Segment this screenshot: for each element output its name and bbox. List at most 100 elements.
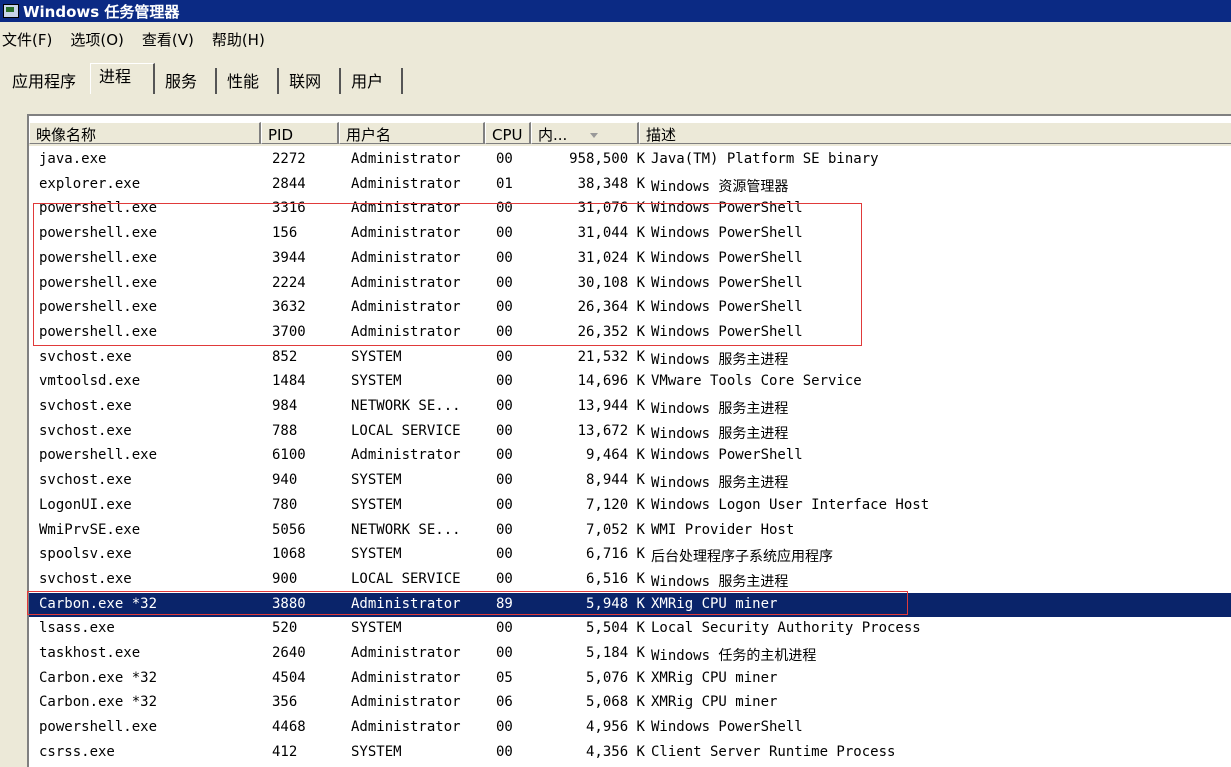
process-cpu: 00 — [496, 422, 513, 439]
tab-applications[interactable]: 应用程序 — [6, 68, 86, 94]
menu-options[interactable]: 选项(O) — [70, 29, 142, 50]
process-image-name: powershell.exe — [39, 299, 158, 316]
process-memory: 4,956 K — [585, 719, 645, 736]
process-description: 后台处理程序子系统应用程序 — [651, 549, 833, 566]
process-row[interactable]: powershell.exe 3632 Administrator 00 26,364 … — [29, 296, 1231, 320]
process-row[interactable]: powershell.exe 156 Administrator 00 31,044 K… — [29, 222, 1231, 246]
process-row[interactable]: powershell.exe 4468 Administrator 00 4,956 K… — [29, 716, 1231, 740]
process-description: Windows PowerShell — [651, 225, 803, 242]
process-user: SYSTEM — [351, 348, 402, 365]
process-user: NETWORK SE... — [351, 521, 461, 538]
tab-processes[interactable]: 进程 — [90, 63, 156, 94]
process-memory: 5,068 K — [585, 694, 645, 711]
process-description: Windows 服务主进程 — [651, 351, 789, 368]
process-memory: 5,504 K — [585, 620, 645, 637]
process-row[interactable]: powershell.exe 6100 Administrator 00 9,464 K… — [29, 444, 1231, 468]
process-row[interactable]: spoolsv.exe 1068 SYSTEM 00 6,716 K 后台处理程序子系统应… — [29, 543, 1231, 567]
tab-users[interactable]: 用户 — [345, 68, 404, 94]
process-row[interactable]: LogonUI.exe 780 SYSTEM 00 7,120 K Windows Log… — [29, 494, 1231, 518]
column-header-user[interactable]: 用户名 — [339, 122, 485, 144]
process-description: Windows PowerShell — [651, 299, 803, 316]
process-description: XMRig CPU miner — [651, 595, 778, 612]
process-image-name: powershell.exe — [39, 323, 158, 340]
process-user: Administrator — [351, 175, 461, 192]
process-user: SYSTEM — [351, 472, 402, 489]
process-cpu: 00 — [496, 249, 513, 266]
tab-performance[interactable]: 性能 — [221, 68, 280, 94]
process-row[interactable]: Carbon.exe *32 3880 Administrator 89 5,948 K… — [29, 592, 1231, 617]
process-row[interactable]: svchost.exe 984 NETWORK SE... 00 13,944 K Win… — [29, 395, 1231, 419]
process-image-name: svchost.exe — [39, 570, 132, 587]
column-header-image-name[interactable]: 映像名称 — [29, 122, 261, 144]
process-row[interactable]: WmiPrvSE.exe 5056 NETWORK SE... 00 7,052 K WM… — [29, 519, 1231, 543]
process-user: Administrator — [351, 323, 461, 340]
process-row[interactable]: svchost.exe 940 SYSTEM 00 8,944 K Windows 服务主… — [29, 469, 1231, 493]
process-pid: 520 — [272, 620, 298, 637]
process-description: Windows 资源管理器 — [651, 178, 789, 195]
column-header-memory[interactable]: 内... — [531, 122, 639, 144]
process-row[interactable]: svchost.exe 852 SYSTEM 00 21,532 K Windows 服务… — [29, 346, 1231, 370]
menu-view[interactable]: 查看(V) — [142, 29, 212, 50]
process-user: NETWORK SE... — [351, 398, 461, 414]
process-user: LOCAL SERVICE — [351, 570, 461, 587]
process-row[interactable]: csrss.exe 412 SYSTEM 00 4,356 K Client Server… — [29, 741, 1231, 765]
process-image-name: svchost.exe — [39, 398, 132, 414]
process-memory: 31,076 K — [577, 200, 645, 217]
process-pid: 2640 — [272, 645, 306, 661]
process-memory: 6,516 K — [585, 570, 645, 587]
process-row[interactable]: powershell.exe 3316 Administrator 00 31,076 … — [29, 197, 1231, 221]
menu-help[interactable]: 帮助(H) — [212, 29, 283, 50]
process-user: Administrator — [351, 694, 461, 711]
process-description: XMRig CPU miner — [651, 694, 778, 711]
process-row[interactable]: powershell.exe 3944 Administrator 00 31,024 … — [29, 247, 1231, 271]
process-memory: 14,696 K — [577, 373, 645, 390]
process-image-name: powershell.exe — [39, 719, 158, 736]
process-list[interactable]: 映像名称 PID 用户名 CPU 内... 描述 java.exe 2272 Adm… — [27, 114, 1231, 767]
process-cpu: 00 — [496, 274, 513, 291]
column-header-description[interactable]: 描述 — [639, 122, 1231, 144]
process-cpu: 00 — [496, 570, 513, 587]
process-pid: 356 — [272, 694, 298, 711]
process-description: Windows 任务的主机进程 — [651, 648, 817, 664]
process-description: Local Security Authority Process — [651, 620, 921, 637]
title-bar[interactable]: Windows 任务管理器 — [0, 0, 1231, 22]
process-pid: 4504 — [272, 669, 306, 686]
process-row[interactable]: Carbon.exe *32 356 Administrator 06 5,068 K X… — [29, 691, 1231, 715]
process-description: Windows PowerShell — [651, 447, 803, 464]
process-row[interactable]: Carbon.exe *32 4504 Administrator 05 5,076 K… — [29, 667, 1231, 691]
process-memory: 26,364 K — [577, 299, 645, 316]
task-manager-window: Windows 任务管理器 文件(F) 选项(O) 查看(V) 帮助(H) 应用… — [0, 0, 1231, 767]
menu-file[interactable]: 文件(F) — [0, 29, 70, 50]
process-row[interactable]: svchost.exe 788 LOCAL SERVICE 00 13,672 K Win… — [29, 420, 1231, 444]
process-row[interactable]: java.exe 2272 Administrator 00 958,500 K Java… — [29, 148, 1231, 172]
column-header-pid[interactable]: PID — [261, 122, 339, 144]
column-header-memory-label: 内... — [538, 126, 568, 144]
tab-networking[interactable]: 联网 — [283, 68, 342, 94]
process-image-name: taskhost.exe — [39, 645, 141, 661]
process-description: XMRig CPU miner — [651, 669, 778, 686]
process-image-name: java.exe — [39, 151, 107, 167]
process-user: Administrator — [351, 200, 461, 217]
process-image-name: lsass.exe — [39, 620, 115, 637]
process-image-name: csrss.exe — [39, 743, 115, 760]
process-memory: 31,044 K — [577, 225, 645, 242]
process-cpu: 00 — [496, 496, 513, 513]
process-pid: 2844 — [272, 175, 306, 192]
process-row[interactable]: explorer.exe 2844 Administrator 01 38,348 K W… — [29, 173, 1231, 197]
process-row[interactable]: vmtoolsd.exe 1484 SYSTEM 00 14,696 K VMware T… — [29, 370, 1231, 394]
process-pid: 1068 — [272, 546, 306, 563]
process-row[interactable]: taskhost.exe 2640 Administrator 00 5,184 K Wi… — [29, 642, 1231, 666]
sort-down-icon — [590, 133, 598, 138]
process-row[interactable]: powershell.exe 2224 Administrator 00 30,108 … — [29, 272, 1231, 296]
process-pid: 2272 — [272, 151, 306, 167]
process-image-name: Carbon.exe *32 — [39, 694, 158, 711]
process-row[interactable]: lsass.exe 520 SYSTEM 00 5,504 K Local Securit… — [29, 617, 1231, 641]
process-row[interactable]: svchost.exe 900 LOCAL SERVICE 00 6,516 K Wind… — [29, 568, 1231, 592]
tab-services[interactable]: 服务 — [159, 68, 218, 94]
process-memory: 7,052 K — [585, 521, 645, 538]
process-row[interactable]: powershell.exe 3700 Administrator 00 26,352 … — [29, 321, 1231, 345]
column-header-cpu[interactable]: CPU — [485, 122, 531, 144]
process-cpu: 00 — [496, 719, 513, 736]
process-description: Windows 服务主进程 — [651, 401, 789, 417]
process-image-name: Carbon.exe *32 — [39, 669, 158, 686]
